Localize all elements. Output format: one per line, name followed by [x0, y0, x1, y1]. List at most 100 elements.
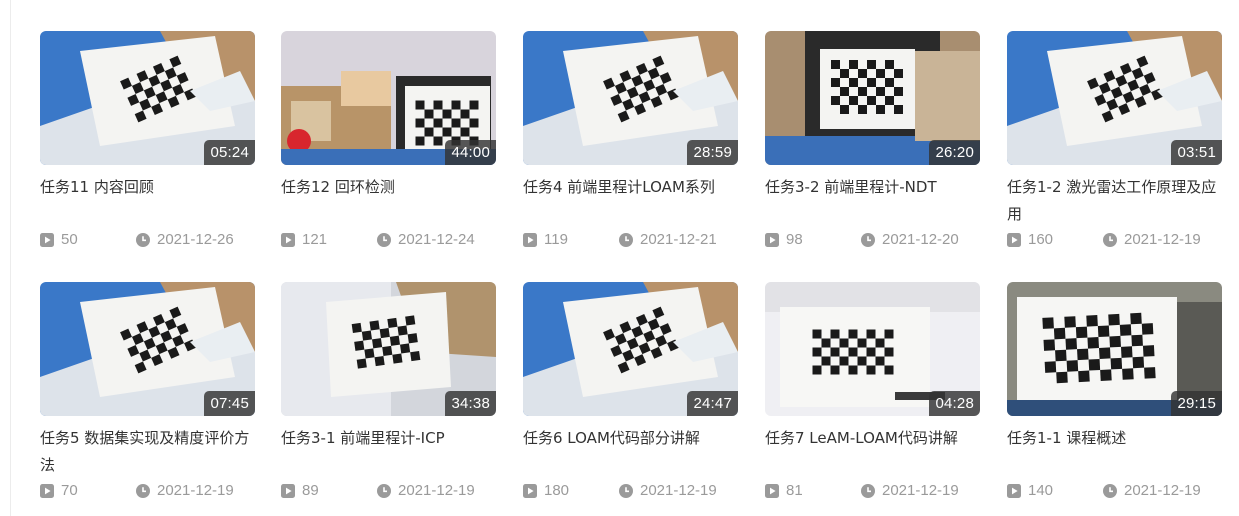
publish-date-value: 2021-12-26 [157, 231, 234, 248]
video-card[interactable]: 07:45 任务5 数据集实现及精度评价方法 70 2021-12-19 [40, 282, 255, 499]
video-title[interactable]: 任务6 LOAM代码部分讲解 [523, 425, 738, 479]
video-title[interactable]: 任务3-1 前端里程计-ICP [281, 425, 496, 479]
video-title[interactable]: 任务3-2 前端里程计-NDT [765, 174, 980, 228]
video-title[interactable]: 任务4 前端里程计LOAM系列 [523, 174, 738, 228]
video-meta: 81 2021-12-19 [765, 482, 980, 502]
video-meta: 119 2021-12-21 [523, 231, 738, 251]
publish-date: 2021-12-19 [1103, 482, 1201, 499]
view-count: 89 [281, 482, 319, 499]
view-count-value: 89 [302, 482, 319, 499]
video-thumbnail[interactable]: 04:28 [765, 282, 980, 416]
video-title[interactable]: 任务7 LeAM-LOAM代码讲解 [765, 425, 980, 479]
publish-date: 2021-12-19 [1103, 231, 1201, 248]
video-thumbnail[interactable]: 34:38 [281, 282, 496, 416]
video-card[interactable]: 04:28 任务7 LeAM-LOAM代码讲解 81 2021-12-19 [765, 282, 980, 499]
view-count: 81 [765, 482, 803, 499]
video-meta: 180 2021-12-19 [523, 482, 738, 502]
view-count-value: 160 [1028, 231, 1054, 248]
video-card[interactable]: 03:51 任务1-2 激光雷达工作原理及应用 160 2021-12-19 [1007, 31, 1222, 248]
publish-date-value: 2021-12-19 [640, 482, 717, 499]
clock-icon [377, 232, 391, 247]
clock-icon [861, 483, 875, 498]
duration-badge: 34:38 [445, 391, 496, 416]
publish-date: 2021-12-21 [619, 231, 717, 248]
view-count: 98 [765, 231, 803, 248]
play-icon [281, 232, 295, 247]
clock-icon [377, 483, 391, 498]
publish-date: 2021-12-19 [136, 482, 234, 499]
video-card[interactable]: 29:15 任务1-1 课程概述 140 2021-12-19 [1007, 282, 1222, 499]
publish-date: 2021-12-19 [861, 482, 959, 499]
video-title[interactable]: 任务5 数据集实现及精度评价方法 [40, 425, 255, 479]
view-count: 70 [40, 482, 78, 499]
video-card[interactable]: 26:20 任务3-2 前端里程计-NDT 98 2021-12-20 [765, 31, 980, 248]
view-count-value: 50 [61, 231, 78, 248]
clock-icon [619, 232, 633, 247]
duration-badge: 44:00 [445, 140, 496, 165]
clock-icon [136, 483, 150, 498]
video-meta: 50 2021-12-26 [40, 231, 255, 251]
view-count: 160 [1007, 231, 1053, 248]
video-card[interactable]: 05:24 任务11 内容回顾 50 2021-12-26 [40, 31, 255, 248]
duration-badge: 07:45 [204, 391, 255, 416]
video-thumbnail[interactable]: 44:00 [281, 31, 496, 165]
duration-badge: 26:20 [929, 140, 980, 165]
view-count: 50 [40, 231, 78, 248]
play-icon [1007, 232, 1021, 247]
duration-badge: 04:28 [929, 391, 980, 416]
video-meta: 121 2021-12-24 [281, 231, 496, 251]
video-title[interactable]: 任务12 回环检测 [281, 174, 496, 228]
publish-date-value: 2021-12-19 [1124, 482, 1201, 499]
play-icon [765, 232, 779, 247]
duration-badge: 28:59 [687, 140, 738, 165]
view-count: 180 [523, 482, 569, 499]
publish-date-value: 2021-12-19 [157, 482, 234, 499]
video-meta: 98 2021-12-20 [765, 231, 980, 251]
video-thumbnail[interactable]: 26:20 [765, 31, 980, 165]
publish-date-value: 2021-12-21 [640, 231, 717, 248]
play-icon [523, 232, 537, 247]
duration-badge: 29:15 [1171, 391, 1222, 416]
view-count: 119 [523, 231, 568, 248]
clock-icon [136, 232, 150, 247]
video-thumbnail[interactable]: 28:59 [523, 31, 738, 165]
clock-icon [1103, 232, 1117, 247]
view-count-value: 121 [302, 231, 328, 248]
video-thumbnail[interactable]: 03:51 [1007, 31, 1222, 165]
publish-date: 2021-12-26 [136, 231, 234, 248]
video-card[interactable]: 24:47 任务6 LOAM代码部分讲解 180 2021-12-19 [523, 282, 738, 499]
view-count-value: 98 [786, 231, 803, 248]
view-count: 140 [1007, 482, 1053, 499]
video-thumbnail[interactable]: 24:47 [523, 282, 738, 416]
publish-date: 2021-12-24 [377, 231, 475, 248]
publish-date-value: 2021-12-19 [1124, 231, 1201, 248]
duration-badge: 24:47 [687, 391, 738, 416]
play-icon [40, 483, 54, 498]
video-title[interactable]: 任务1-1 课程概述 [1007, 425, 1222, 479]
video-card[interactable]: 44:00 任务12 回环检测 121 2021-12-24 [281, 31, 496, 248]
video-thumbnail[interactable]: 29:15 [1007, 282, 1222, 416]
publish-date-value: 2021-12-19 [398, 482, 475, 499]
view-count-value: 180 [544, 482, 570, 499]
video-meta: 89 2021-12-19 [281, 482, 496, 502]
video-title[interactable]: 任务1-2 激光雷达工作原理及应用 [1007, 174, 1222, 228]
clock-icon [1103, 483, 1117, 498]
video-card[interactable]: 34:38 任务3-1 前端里程计-ICP 89 2021-12-19 [281, 282, 496, 499]
video-thumbnail[interactable]: 07:45 [40, 282, 255, 416]
publish-date-value: 2021-12-19 [882, 482, 959, 499]
publish-date: 2021-12-19 [377, 482, 475, 499]
video-title[interactable]: 任务11 内容回顾 [40, 174, 255, 228]
publish-date: 2021-12-19 [619, 482, 717, 499]
view-count-value: 81 [786, 482, 803, 499]
clock-icon [861, 232, 875, 247]
view-count-value: 119 [544, 231, 568, 248]
publish-date: 2021-12-20 [861, 231, 959, 248]
publish-date-value: 2021-12-24 [398, 231, 475, 248]
clock-icon [619, 483, 633, 498]
duration-badge: 03:51 [1171, 140, 1222, 165]
video-meta: 160 2021-12-19 [1007, 231, 1222, 251]
video-card[interactable]: 28:59 任务4 前端里程计LOAM系列 119 2021-12-21 [523, 31, 738, 248]
play-icon [281, 483, 295, 498]
video-thumbnail[interactable]: 05:24 [40, 31, 255, 165]
video-meta: 70 2021-12-19 [40, 482, 255, 502]
